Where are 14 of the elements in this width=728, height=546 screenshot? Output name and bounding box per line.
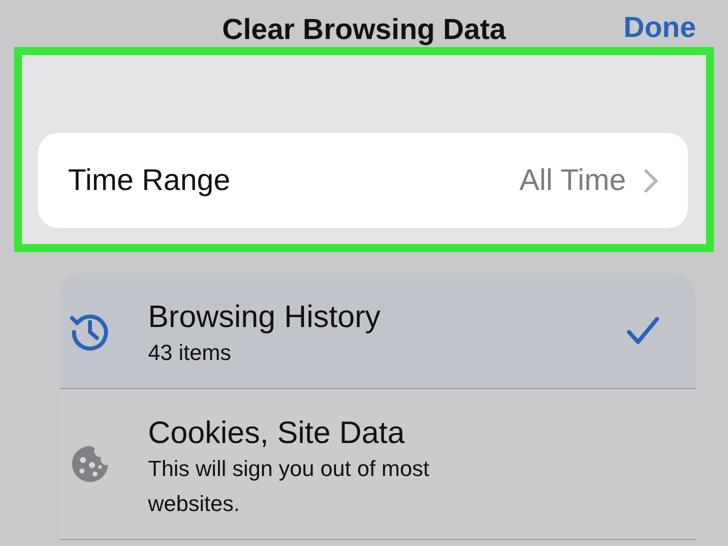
data-type-row[interactable]: Browsing History 43 items [60,273,696,389]
time-range-label: Time Range [68,164,232,198]
checkmark-icon [626,316,660,346]
row-title: Cookies, Site Data [148,415,406,451]
time-range-row[interactable]: Time Range All Time [38,133,688,228]
done-button[interactable]: Done [624,12,696,45]
data-type-row[interactable]: Cookies, Site Data This will sign you out of most websites. [60,389,696,540]
time-range-value: All Time [519,164,626,198]
row-subtitle: 43 items [148,339,232,367]
screen-title: Clear Browsing Data [222,14,506,46]
chevron-icon [644,168,658,192]
row-title: Browsing History [148,299,382,335]
row-subtitle: This will sign you out of most websites. [148,455,430,518]
cookie-icon [69,443,111,485]
